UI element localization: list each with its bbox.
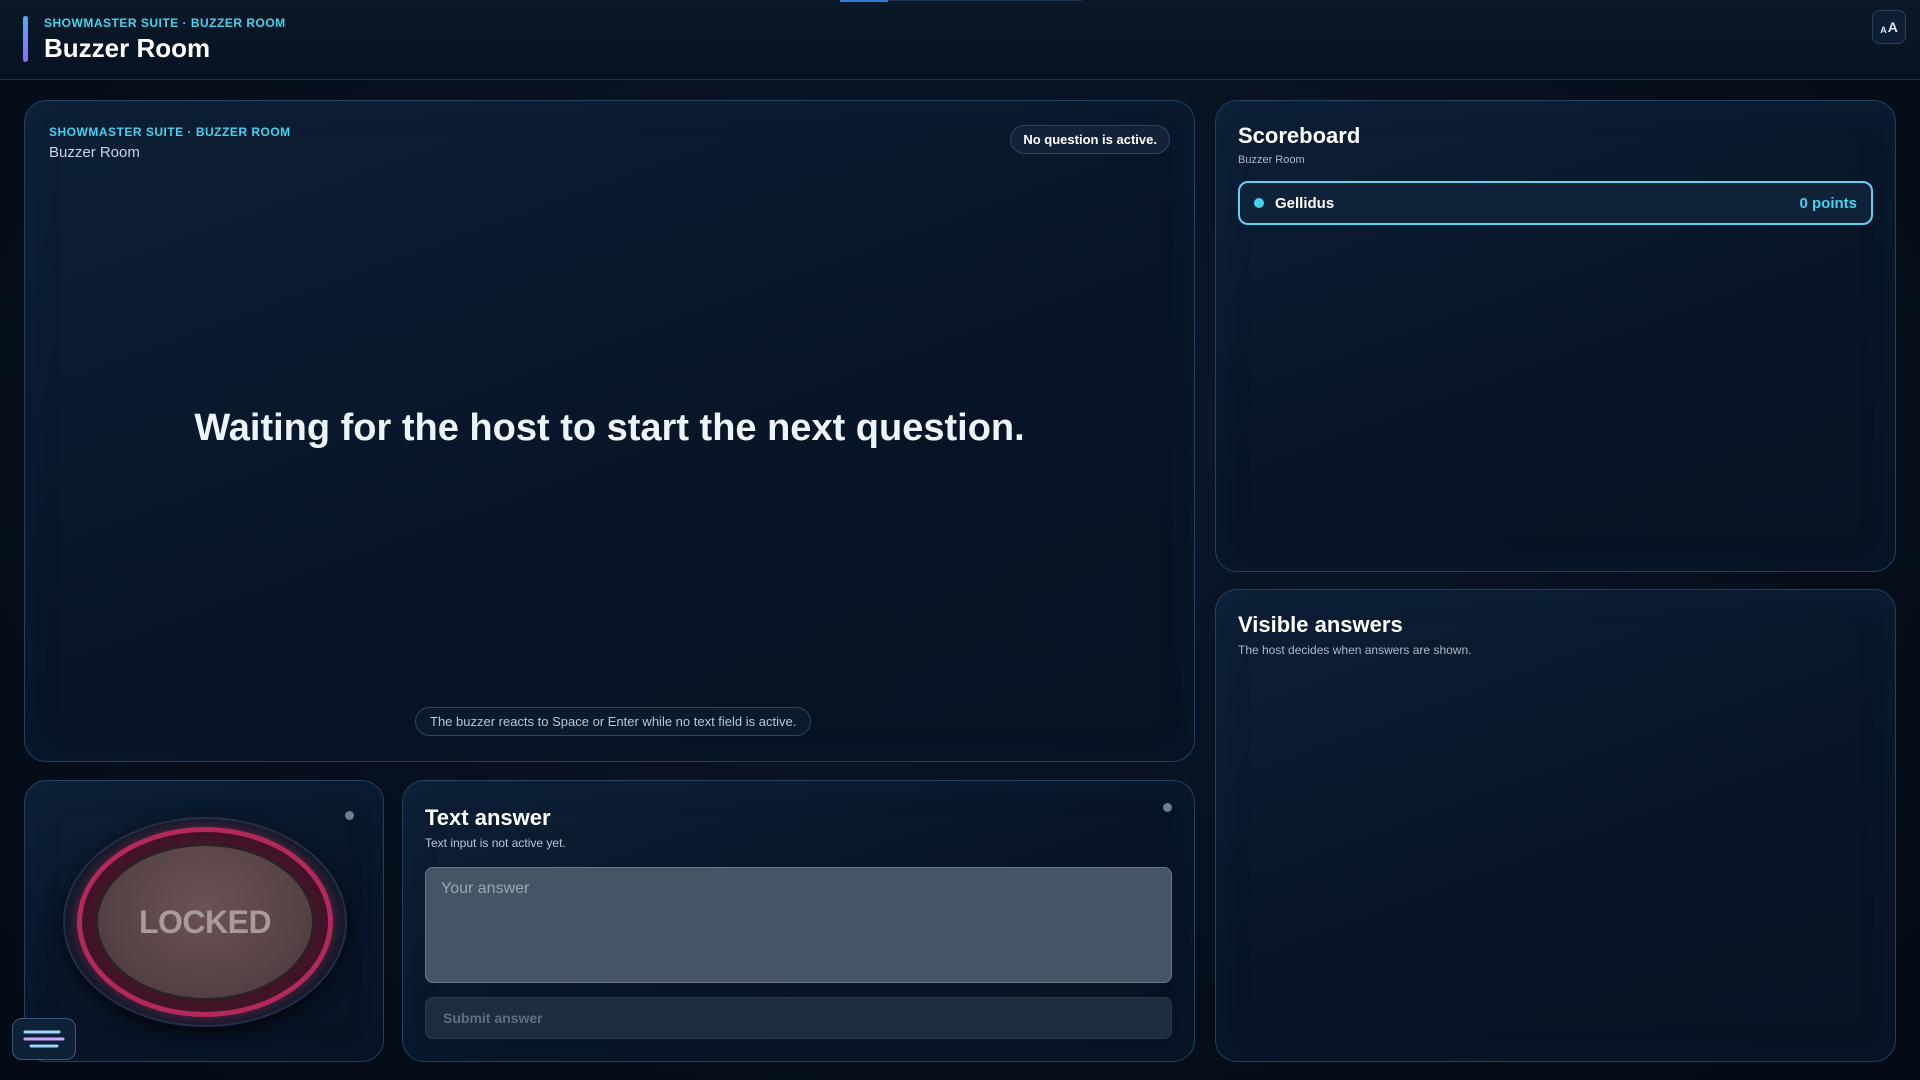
player-name: Gellidus [1275, 194, 1335, 212]
font-size-toggle-button[interactable]: AA [1872, 10, 1906, 44]
chat-bubble-icon [23, 1030, 65, 1048]
question-kicker: SHOWMASTER SUITE · BUZZER ROOM [49, 125, 291, 139]
buzzer-panel: LOCKED [24, 780, 384, 1062]
question-room-name: Buzzer Room [49, 144, 140, 161]
question-status-badge: No question is active. [1010, 125, 1170, 154]
text-answer-heading: Text answer [425, 805, 551, 830]
question-panel: SHOWMASTER SUITE · BUZZER ROOM Buzzer Ro… [24, 100, 1195, 762]
submit-answer-button[interactable]: Submit answer [425, 997, 1172, 1039]
app-header: SHOWMASTER SUITE · BUZZER ROOM Buzzer Ro… [0, 0, 1920, 80]
visible-answers-panel: Visible answers The host decides when an… [1215, 589, 1896, 1062]
chat-button[interactable] [12, 1018, 76, 1060]
scoreboard-panel: Scoreboard Buzzer Room Gellidus 0 points [1215, 100, 1896, 572]
player-points: 0 points [1799, 194, 1857, 212]
text-answer-status: Text input is not active yet. [425, 836, 566, 850]
page-title: Buzzer Room [44, 33, 211, 63]
scoreboard-row: Gellidus 0 points [1238, 181, 1873, 225]
scoreboard-room-name: Buzzer Room [1238, 154, 1305, 166]
question-text: Waiting for the host to start the next q… [194, 407, 1025, 449]
scoreboard-heading: Scoreboard [1238, 123, 1361, 148]
buzzer-button[interactable]: LOCKED [95, 843, 315, 1001]
top-tab-indicator [840, 0, 888, 2]
buzzer-status-dot [345, 811, 354, 820]
font-size-icon-large: A [1887, 19, 1898, 35]
text-answer-panel: Text answer Text input is not active yet… [402, 780, 1195, 1062]
top-tab-track [888, 0, 1082, 1]
player-indicator-dot [1254, 198, 1264, 208]
visible-answers-heading: Visible answers [1238, 612, 1403, 637]
header-accent-bar [23, 16, 28, 62]
keyboard-hint: The buzzer reacts to Space or Enter whil… [415, 707, 812, 736]
font-size-icon-small: A [1880, 25, 1887, 35]
header-kicker: SHOWMASTER SUITE · BUZZER ROOM [44, 16, 286, 30]
answer-input[interactable] [425, 867, 1172, 983]
answer-status-dot [1163, 803, 1172, 812]
visible-answers-subtitle: The host decides when answers are shown. [1238, 643, 1472, 657]
